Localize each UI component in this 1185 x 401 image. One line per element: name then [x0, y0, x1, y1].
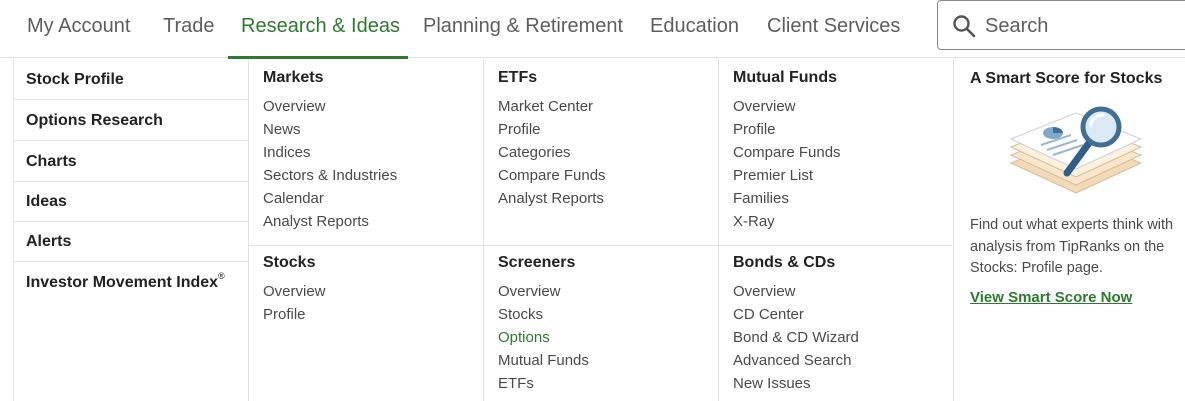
- link-etfs-market-center[interactable]: Market Center: [498, 98, 593, 115]
- link-markets-overview[interactable]: Overview: [263, 98, 326, 115]
- column-etfs-screeners: ETFs Market Center Profile Categories Co…: [484, 59, 719, 401]
- nav-trade[interactable]: Trade: [163, 0, 215, 58]
- side-item-label: Ideas: [26, 193, 67, 210]
- link-screeners-overview[interactable]: Overview: [498, 283, 561, 300]
- side-item-alerts[interactable]: Alerts: [14, 221, 249, 262]
- link-mutual-funds-x-ray[interactable]: X-Ray: [733, 213, 775, 230]
- link-screeners-mutual-funds[interactable]: Mutual Funds: [498, 352, 589, 369]
- link-mutual-funds-families[interactable]: Families: [733, 190, 789, 207]
- side-item-label: Options Research: [26, 112, 163, 129]
- link-mutual-funds-premier-list[interactable]: Premier List: [733, 167, 813, 184]
- side-item-charts[interactable]: Charts: [14, 141, 249, 182]
- side-item-label: Alerts: [26, 233, 72, 250]
- search-icon[interactable]: [952, 14, 976, 38]
- section-title-markets: Markets: [263, 69, 324, 86]
- research-dropdown-panel: Stock Profile Options Research Charts Id…: [13, 59, 1185, 401]
- link-etfs-categories[interactable]: Categories: [498, 144, 571, 161]
- link-bonds-new-issues[interactable]: New Issues: [733, 375, 811, 392]
- section-title-screeners: Screeners: [498, 254, 576, 271]
- nav-education[interactable]: Education: [650, 0, 739, 58]
- link-markets-news[interactable]: News: [263, 121, 301, 138]
- section-divider: [484, 245, 719, 246]
- nav-research-ideas[interactable]: Research & Ideas: [241, 0, 400, 58]
- column-mutual-funds-bonds: Mutual Funds Overview Profile Compare Fu…: [719, 59, 954, 401]
- link-bonds-advanced-search[interactable]: Advanced Search: [733, 352, 851, 369]
- section-title-stocks: Stocks: [263, 254, 316, 271]
- view-smart-score-link[interactable]: View Smart Score Now: [970, 289, 1132, 306]
- link-markets-sectors-industries[interactable]: Sectors & Industries: [263, 167, 397, 184]
- section-divider: [719, 245, 954, 246]
- link-etfs-profile[interactable]: Profile: [498, 121, 541, 138]
- link-markets-indices[interactable]: Indices: [263, 144, 311, 161]
- promo-description: Find out what experts think with analysi…: [970, 217, 1174, 276]
- section-divider: [249, 245, 484, 246]
- search-input[interactable]: [985, 11, 1185, 41]
- promo-smart-score: A Smart Score for Stocks Find out what e…: [956, 59, 1185, 401]
- column-markets-stocks: Markets Overview News Indices Sectors & …: [249, 59, 484, 401]
- link-markets-calendar[interactable]: Calendar: [263, 190, 324, 207]
- link-mutual-funds-compare-funds[interactable]: Compare Funds: [733, 144, 841, 161]
- link-screeners-options[interactable]: Options: [498, 329, 550, 346]
- section-title-bonds-cds: Bonds & CDs: [733, 254, 836, 271]
- link-mutual-funds-profile[interactable]: Profile: [733, 121, 776, 138]
- side-item-label: Charts: [26, 153, 77, 170]
- link-bonds-cd-center[interactable]: CD Center: [733, 306, 804, 323]
- side-item-label: Investor Movement Index: [26, 274, 219, 291]
- link-etfs-compare-funds[interactable]: Compare Funds: [498, 167, 606, 184]
- link-stocks-profile[interactable]: Profile: [263, 306, 306, 323]
- link-etfs-analyst-reports[interactable]: Analyst Reports: [498, 190, 604, 207]
- link-screeners-etfs[interactable]: ETFs: [498, 375, 534, 392]
- section-title-etfs: ETFs: [498, 69, 538, 86]
- magnifier-report-icon: [1009, 106, 1143, 194]
- link-bonds-overview[interactable]: Overview: [733, 283, 796, 300]
- side-item-label: Stock Profile: [26, 71, 124, 88]
- nav-planning-retirement[interactable]: Planning & Retirement: [423, 0, 623, 58]
- promo-title: A Smart Score for Stocks: [970, 70, 1163, 87]
- nav-my-account[interactable]: My Account: [27, 0, 130, 58]
- link-mutual-funds-overview[interactable]: Overview: [733, 98, 796, 115]
- link-markets-analyst-reports[interactable]: Analyst Reports: [263, 213, 369, 230]
- link-stocks-overview[interactable]: Overview: [263, 283, 326, 300]
- search-box[interactable]: [937, 0, 1185, 50]
- side-item-options-research[interactable]: Options Research: [14, 100, 249, 141]
- side-menu: Stock Profile Options Research Charts Id…: [14, 59, 249, 401]
- registered-mark: ®: [218, 271, 225, 281]
- nav-client-services[interactable]: Client Services: [767, 0, 900, 58]
- side-item-investor-movement-index[interactable]: Investor Movement Index®: [14, 262, 249, 303]
- link-screeners-stocks[interactable]: Stocks: [498, 306, 543, 323]
- link-bonds-cd-wizard[interactable]: Bond & CD Wizard: [733, 329, 859, 346]
- top-navigation: My Account Trade Research & Ideas Planni…: [0, 0, 1185, 59]
- side-item-stock-profile[interactable]: Stock Profile: [14, 59, 249, 100]
- section-title-mutual-funds: Mutual Funds: [733, 69, 837, 86]
- side-item-ideas[interactable]: Ideas: [14, 181, 249, 222]
